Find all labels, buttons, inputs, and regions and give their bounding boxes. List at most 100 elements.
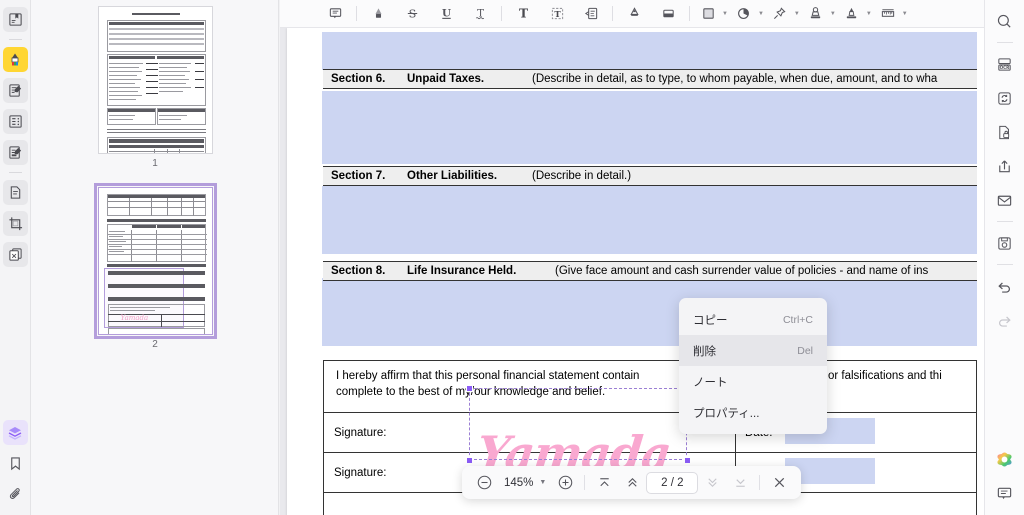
zoom-in-button[interactable] [553,471,577,495]
strikethrough-tool-button[interactable]: S [400,2,424,26]
organize-pages-icon [8,248,22,261]
text-box-icon: T [518,7,527,21]
context-menu-item-delete-accel: Del [797,344,813,357]
stamp-tool-icon-wrap[interactable] [804,2,828,26]
thumbnail-page-2-label: 2 [152,339,158,350]
note-tool-button[interactable] [323,2,347,26]
sidebar-item-thumbnails-panel[interactable] [2,7,28,32]
context-menu-item-properties[interactable]: プロパティ... [679,397,827,428]
fill-color-tool-button[interactable]: ▼ [730,2,766,26]
pin-tool-icon-wrap[interactable] [768,2,792,26]
pdf-page-2[interactable]: Section 6. Unpaid Taxes. (Describe in de… [287,28,984,515]
previous-page-button[interactable] [620,471,644,495]
sidebar-item-annotation-panel[interactable] [2,78,28,103]
first-page-button[interactable] [592,471,616,495]
next-page-button[interactable] [700,471,724,495]
signature-tool-icon-wrap[interactable] [840,2,864,26]
zoom-out-button[interactable] [472,471,496,495]
signature-pen-icon [847,7,857,19]
thumbnail-panel[interactable]: 1 Yamada 2 [31,0,279,515]
page-indicator-input[interactable]: 2 / 2 [646,471,699,494]
shape-tool-chevron-down-icon[interactable]: ▼ [722,11,728,17]
text-field-tool-button[interactable]: T [545,2,569,26]
sidebar-item-edit-panel[interactable] [2,140,28,165]
zoom-level-chevron-down-icon[interactable]: ▼ [539,479,546,486]
pin-tool-button[interactable]: ▼ [766,2,802,26]
undo-arrow-icon [998,281,1010,293]
underline-tool-button[interactable]: U [434,2,458,26]
sidebar-item-extract-panel[interactable] [2,180,28,205]
toolbar-divider-4 [689,6,690,21]
undo-button[interactable] [991,272,1019,300]
sidebar-item-layers-panel[interactable] [2,420,28,445]
selection-handle-bottom-left[interactable] [466,457,473,464]
thumbnail-page-1[interactable]: 1 [31,6,278,175]
context-menu-item-note-label: ノート [693,376,728,389]
comments-panel-button[interactable] [991,479,1019,507]
ocr-tool-button[interactable]: OCR [991,50,1019,78]
sidebar-item-bookmarks-panel[interactable] [3,451,28,476]
selection-handle-bottom-right[interactable] [684,457,691,464]
stamp-tool-chevron-down-icon[interactable]: ▼ [830,11,836,17]
layers-icon [8,426,22,440]
sidebar-item-outline-panel[interactable] [2,109,28,134]
email-tool-button[interactable] [991,186,1019,214]
measure-tool-icon-wrap[interactable] [876,2,900,26]
lock-document-icon [999,125,1010,139]
section-8-description: (Give face amount and cash surrender val… [555,265,929,277]
signature-tool-chevron-down-icon[interactable]: ▼ [866,11,872,17]
callout-tool-button[interactable] [579,2,603,26]
toolbar-divider-1 [356,6,357,21]
fill-color-icon-wrap[interactable] [732,2,756,26]
eraser-icon [662,9,674,18]
first-page-arrow-icon [600,478,609,487]
close-zoombar-button[interactable] [767,471,791,495]
protect-tool-button[interactable] [991,118,1019,146]
context-menu-item-properties-label: プロパティ... [693,407,760,420]
thumbnail-page-1-frame[interactable] [97,6,213,154]
sidebar-item-attachments-panel[interactable] [3,482,28,507]
sidebar-item-organize-panel[interactable] [2,242,28,267]
sidebar-item-crop-panel[interactable] [2,211,28,236]
pin-tool-chevron-down-icon[interactable]: ▼ [794,11,800,17]
save-tool-button[interactable] [991,229,1019,257]
squiggly-underline-tool-button[interactable]: T [468,2,492,26]
shape-tool-icon-wrap[interactable] [696,2,720,26]
sticky-note-icon [329,8,341,19]
thumbnail-page-2-frame[interactable]: Yamada [93,183,217,339]
highlight-tool-button[interactable] [366,2,390,26]
convert-tool-button[interactable] [991,84,1019,112]
section-6-description: (Describe in detail, as to type, to whom… [532,73,938,85]
fill-color-chevron-down-icon[interactable]: ▼ [758,11,764,17]
highlighter-marker-icon [375,8,381,18]
selection-handle-top-left[interactable] [466,385,473,392]
thumbnail-page-2[interactable]: Yamada 2 [31,183,278,356]
section-7-description: (Describe in detail.) [532,170,632,182]
text-tool-button[interactable]: T [511,2,535,26]
ai-assistant-button[interactable] [991,445,1019,473]
share-tool-button[interactable] [991,152,1019,180]
affirmation-line-1b: ion or falsifications and thi [809,370,942,382]
toolbar-divider-3 [612,6,613,21]
eraser-tool-button[interactable] [656,2,680,26]
context-menu-item-copy[interactable]: コピー Ctrl+C [679,304,827,335]
shape-tool-button[interactable]: ▼ [694,2,730,26]
context-menu[interactable]: コピー Ctrl+C 削除 Del ノート プロパティ... [679,298,827,434]
measure-tool-button[interactable]: ▼ [874,2,910,26]
highlighter-icon [11,53,19,65]
right-rail-divider-3 [996,264,1013,265]
measure-tool-chevron-down-icon[interactable]: ▼ [902,11,908,17]
search-panel-button[interactable] [991,7,1019,35]
document-viewport[interactable]: Section 6. Unpaid Taxes. (Describe in de… [280,28,984,515]
pencil-tool-button[interactable] [622,2,646,26]
zoom-level-value[interactable]: 145% [498,477,539,489]
signature-tool-button[interactable]: ▼ [838,2,874,26]
thumbnail-signature-ink: Yamada [120,314,149,322]
context-menu-item-delete[interactable]: 削除 Del [679,335,827,366]
redo-button[interactable] [991,306,1019,334]
sidebar-item-highlight-tool[interactable] [2,47,28,72]
last-page-button[interactable] [728,471,752,495]
stamp-tool-button[interactable]: ▼ [802,2,838,26]
underline-icon: U [442,7,451,19]
context-menu-item-note[interactable]: ノート [679,366,827,397]
